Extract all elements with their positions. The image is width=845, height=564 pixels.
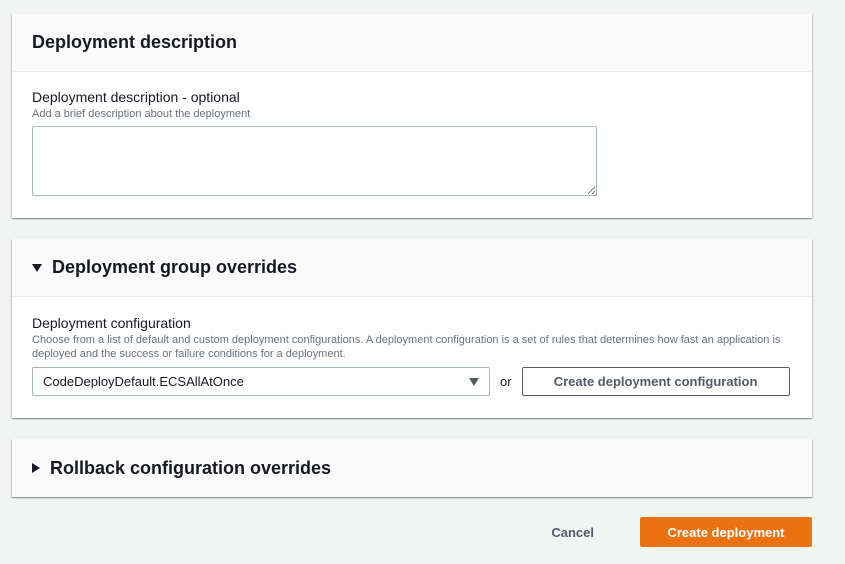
config-row: CodeDeployDefault.ECSAllAtOnce or Create… <box>32 367 792 396</box>
caret-right-icon <box>32 463 40 473</box>
panel-title: Rollback configuration overrides <box>50 457 332 478</box>
cancel-button[interactable]: Cancel <box>545 524 600 541</box>
create-deployment-configuration-button[interactable]: Create deployment configuration <box>521 367 790 396</box>
footer-actions: Cancel Create deployment <box>545 517 812 547</box>
panel-header: Deployment description <box>12 14 812 72</box>
overrides-panel-header[interactable]: Deployment group overrides <box>12 239 812 297</box>
panel-body: Deployment configuration Choose from a l… <box>12 297 812 416</box>
description-field-hint: Add a brief description about the deploy… <box>32 108 251 120</box>
create-deployment-button[interactable]: Create deployment <box>640 517 812 547</box>
caret-down-icon <box>469 377 479 386</box>
description-field-label: Deployment description - optional <box>32 89 240 105</box>
deployment-group-overrides-panel: Deployment group overrides Deployment co… <box>12 239 812 418</box>
rollback-overrides-panel: Rollback configuration overrides <box>12 439 812 497</box>
or-text: or <box>500 374 512 389</box>
panel-title: Deployment description <box>32 32 238 52</box>
panel-title: Deployment group overrides <box>52 257 298 277</box>
caret-down-icon <box>32 263 42 272</box>
config-field-label: Deployment configuration <box>32 315 191 331</box>
deployment-config-select[interactable]: CodeDeployDefault.ECSAllAtOnce <box>32 367 490 396</box>
rollback-panel-header[interactable]: Rollback configuration overrides <box>12 439 812 497</box>
deployment-description-panel: Deployment description Deployment descri… <box>12 14 812 218</box>
panel-body: Deployment description - optional Add a … <box>12 72 812 216</box>
deployment-description-input[interactable] <box>32 126 597 196</box>
config-field-hint: Choose from a list of default and custom… <box>32 334 781 360</box>
select-value: CodeDeployDefault.ECSAllAtOnce <box>43 374 244 389</box>
